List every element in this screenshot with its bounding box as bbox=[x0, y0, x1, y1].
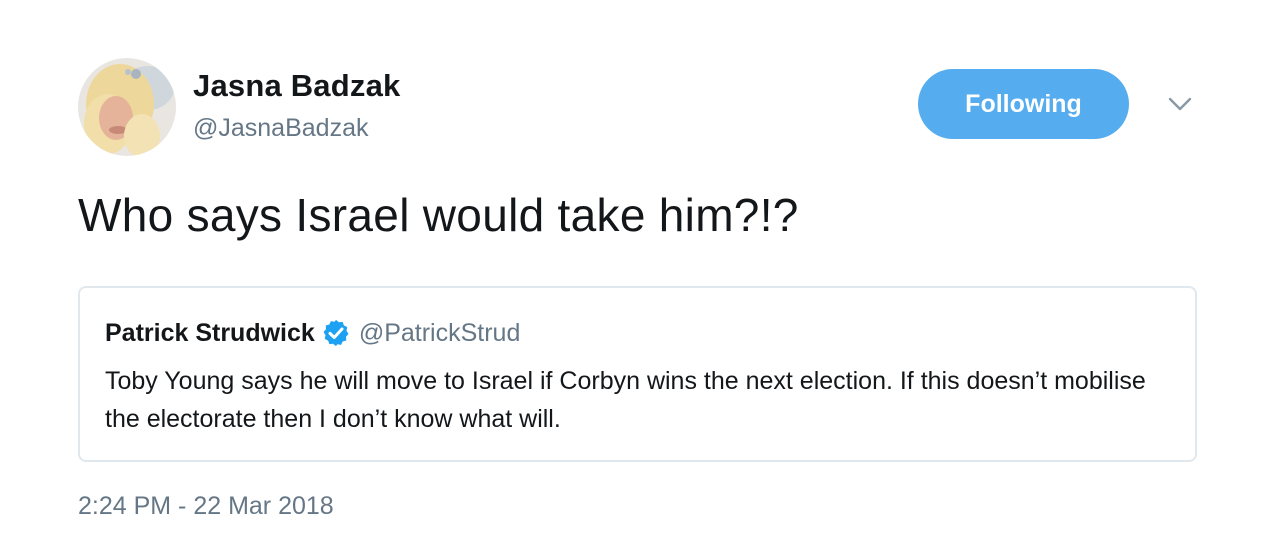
quoted-author-handle: @PatrickStrud bbox=[358, 318, 521, 347]
tweet-text: Who says Israel would take him?!? bbox=[78, 189, 799, 241]
chevron-down-icon[interactable] bbox=[1165, 92, 1195, 116]
verified-badge-icon bbox=[323, 319, 349, 347]
tweet-card: Jasna Badzak @JasnaBadzak Following Who … bbox=[0, 0, 1274, 546]
quoted-author-name: Patrick Strudwick bbox=[105, 318, 315, 347]
following-button-label: Following bbox=[965, 89, 1082, 118]
quoted-tweet-header: Patrick Strudwick @PatrickStrud bbox=[105, 318, 520, 348]
quoted-tweet-text: Toby Young says he will move to Israel i… bbox=[105, 367, 1146, 433]
quoted-tweet[interactable]: Patrick Strudwick @PatrickStrud Toby You… bbox=[78, 286, 1197, 462]
avatar-image bbox=[78, 58, 176, 156]
following-button[interactable]: Following bbox=[918, 69, 1129, 139]
author-handle[interactable]: @JasnaBadzak bbox=[193, 114, 368, 143]
avatar[interactable] bbox=[78, 58, 176, 156]
tweet-timestamp[interactable]: 2:24 PM - 22 Mar 2018 bbox=[78, 492, 334, 521]
author-name[interactable]: Jasna Badzak bbox=[193, 68, 400, 104]
